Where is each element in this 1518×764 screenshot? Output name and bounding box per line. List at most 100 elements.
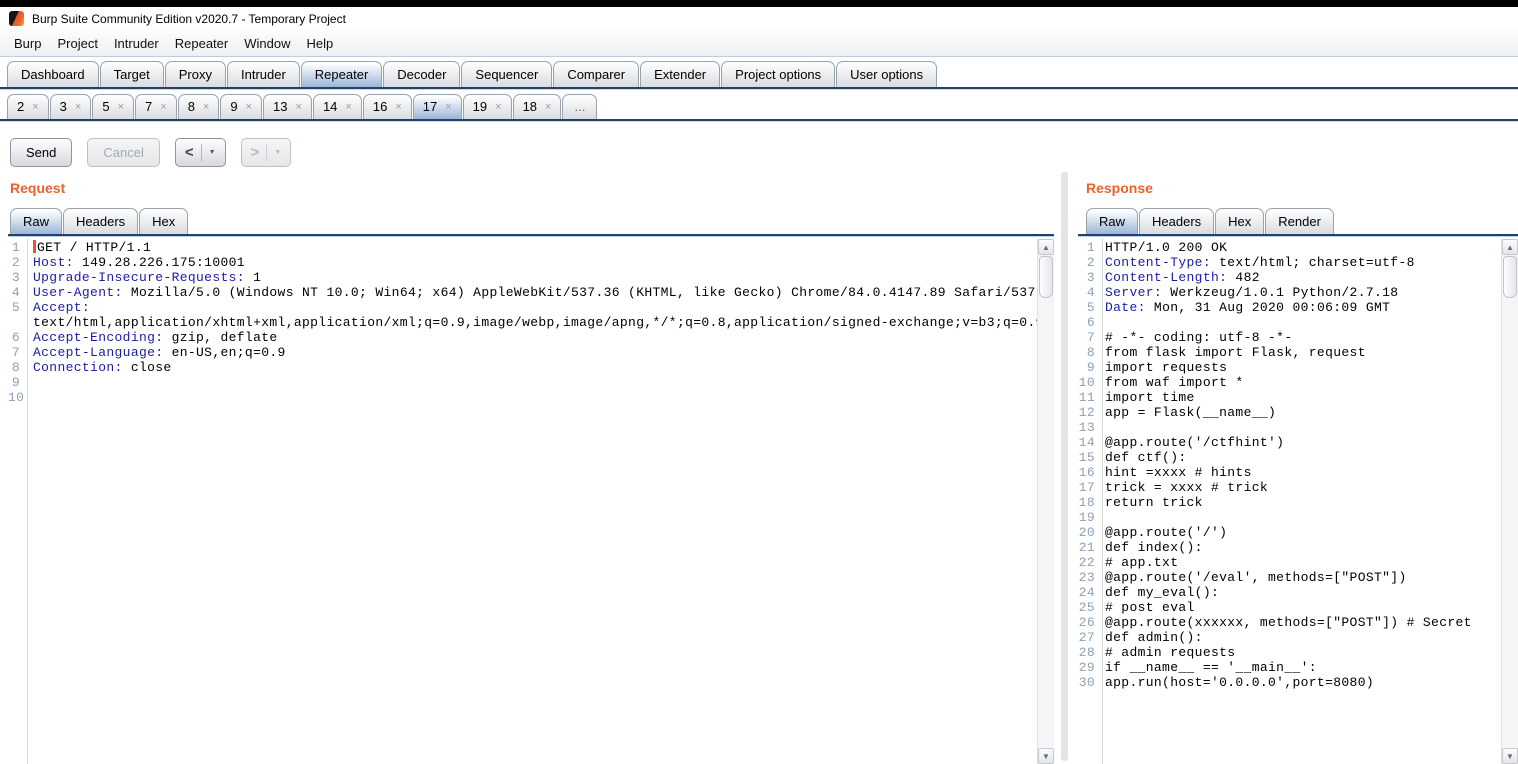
code-line: 7 # -*- coding: utf-8 -*-: [1078, 330, 1518, 345]
code-line: 5 Date: Mon, 31 Aug 2020 00:06:09 GMT: [1078, 300, 1518, 315]
main-tab-project-options[interactable]: Project options: [721, 61, 836, 87]
repeater-tab-2[interactable]: 2 ×: [7, 94, 49, 119]
chevron-down-icon: ▼: [208, 149, 216, 156]
next-request-button[interactable]: > ▼: [240, 138, 292, 167]
main-tab-proxy[interactable]: Proxy: [164, 61, 226, 87]
response-scrollbar[interactable]: ▲ ▼: [1501, 239, 1518, 764]
main-tab-comparer[interactable]: Comparer: [553, 61, 640, 87]
repeater-tab-17[interactable]: 17 ×: [412, 94, 462, 119]
scroll-down-icon[interactable]: ▼: [1502, 748, 1518, 764]
code-line: 30 app.run(host='0.0.0.0',port=8080): [1078, 675, 1518, 690]
close-tab-icon[interactable]: ×: [345, 101, 351, 113]
code-text: @app.route('/eval', methods=["POST"]): [1105, 570, 1407, 585]
request-scrollbar[interactable]: ▲ ▼: [1037, 239, 1054, 764]
close-tab-icon[interactable]: ×: [445, 101, 451, 113]
line-number: 21: [1078, 540, 1095, 555]
line-number: 1: [1086, 240, 1095, 255]
code-line: 2 Content-Type: text/html; charset=utf-8: [1078, 255, 1518, 270]
main-tab-intruder[interactable]: Intruder: [226, 61, 300, 87]
repeater-tab-3[interactable]: 3 ×: [49, 94, 92, 119]
line-number: 3: [1086, 270, 1095, 285]
scrollbar-thumb[interactable]: [1039, 256, 1053, 298]
code-text: GET / HTTP/1.1: [24, 240, 151, 255]
repeater-tab-13[interactable]: 13 ×: [263, 94, 312, 119]
repeater-tab-label: 18: [522, 99, 538, 114]
close-tab-icon[interactable]: ×: [32, 101, 38, 113]
code-text: def index():: [1105, 540, 1203, 555]
scrollbar-thumb[interactable]: [1503, 256, 1517, 298]
scroll-down-icon[interactable]: ▼: [1038, 748, 1054, 764]
menu-repeater[interactable]: Repeater: [167, 32, 236, 55]
line-number: 13: [1078, 420, 1095, 435]
line-number: 5: [11, 300, 20, 315]
close-tab-icon[interactable]: ×: [75, 101, 81, 113]
response-panel: Response Raw Headers Hex Render ▲ ▼ 1 HTTP/1…: [1078, 170, 1518, 764]
repeater-tab-18[interactable]: 18 ×: [512, 94, 562, 119]
response-subtab-headers[interactable]: Headers: [1139, 208, 1215, 234]
code-line: 7 Accept-Language: en-US,en;q=0.9: [8, 345, 1054, 360]
line-number: 29: [1078, 660, 1095, 675]
code-text: app.run(host='0.0.0.0',port=8080): [1105, 675, 1374, 690]
line-number: 10: [1078, 375, 1095, 390]
code-line: 2 Host: 149.28.226.175:10001: [8, 255, 1054, 270]
repeater-tab-5[interactable]: 5 ×: [92, 94, 135, 119]
close-tab-icon[interactable]: ×: [246, 101, 252, 113]
repeater-tab-16[interactable]: 16 ×: [362, 94, 412, 119]
repeater-tab-label: 5: [102, 99, 110, 114]
close-tab-icon[interactable]: ×: [395, 101, 401, 113]
menu-window[interactable]: Window: [236, 32, 298, 55]
code-line: 11 import time: [1078, 390, 1518, 405]
repeater-tab-8[interactable]: 8 ×: [177, 94, 220, 119]
send-button[interactable]: Send: [10, 138, 73, 167]
close-tab-icon[interactable]: ×: [118, 101, 124, 113]
request-subtab-raw[interactable]: Raw: [10, 208, 63, 234]
menu-intruder[interactable]: Intruder: [106, 32, 167, 55]
close-tab-icon[interactable]: ×: [495, 101, 501, 113]
main-tab-dashboard[interactable]: Dashboard: [7, 61, 99, 87]
line-number: 27: [1078, 630, 1095, 645]
code-text: Server: Werkzeug/1.0.1 Python/2.7.18: [1105, 285, 1399, 300]
code-line: 3 Content-Length: 482: [1078, 270, 1518, 285]
response-subtabs: Raw Headers Hex Render: [1086, 206, 1335, 234]
repeater-tab-7[interactable]: 7 ×: [135, 94, 177, 119]
response-subtab-hex[interactable]: Hex: [1215, 208, 1265, 234]
close-tab-icon[interactable]: ×: [296, 101, 302, 113]
code-text: text/html,application/xhtml+xml,applicat…: [33, 315, 1044, 330]
repeater-tab-19[interactable]: 19 ×: [462, 94, 512, 119]
code-text: from flask import Flask, request: [1105, 345, 1366, 360]
response-editor[interactable]: ▲ ▼ 1 HTTP/1.0 200 OK 2 Content-Type: text/…: [1078, 234, 1518, 764]
code-line: 29 if __name__ == '__main__':: [1078, 660, 1518, 675]
main-tab-sequencer[interactable]: Sequencer: [461, 61, 553, 87]
cancel-button[interactable]: Cancel: [87, 138, 160, 167]
code-line: 18 return trick: [1078, 495, 1518, 510]
response-subtab-raw[interactable]: Raw: [1086, 208, 1139, 234]
main-tab-extender[interactable]: Extender: [640, 61, 721, 87]
main-tab-target[interactable]: Target: [99, 61, 164, 87]
panel-splitter[interactable]: [1061, 172, 1068, 761]
close-tab-icon[interactable]: ×: [203, 101, 209, 113]
main-tab-decoder[interactable]: Decoder: [383, 61, 461, 87]
line-number: 7: [11, 345, 20, 360]
menu-project[interactable]: Project: [49, 32, 105, 55]
tabstrip-highlight-line: [0, 89, 1518, 90]
menu-burp[interactable]: Burp: [6, 32, 49, 55]
gutter-divider: [1102, 239, 1103, 764]
code-text: HTTP/1.0 200 OK: [1105, 240, 1228, 255]
scroll-up-icon[interactable]: ▲: [1038, 239, 1054, 255]
line-number: 23: [1078, 570, 1095, 585]
repeater-tab-label: 14: [322, 99, 338, 114]
repeater-tab-overflow[interactable]: ...: [562, 94, 598, 119]
request-subtab-headers[interactable]: Headers: [63, 208, 139, 234]
repeater-tab-9[interactable]: 9 ×: [220, 94, 263, 119]
menu-help[interactable]: Help: [298, 32, 341, 55]
close-tab-icon[interactable]: ×: [160, 101, 166, 113]
request-editor[interactable]: ▲ ▼ 1 GET / HTTP/1.1 2 Host: 149.28.226.175…: [8, 234, 1054, 764]
repeater-tab-14[interactable]: 14 ×: [312, 94, 362, 119]
response-subtab-render[interactable]: Render: [1265, 208, 1334, 234]
previous-request-button[interactable]: < ▼: [174, 138, 226, 167]
main-tab-repeater[interactable]: Repeater: [300, 61, 383, 87]
close-tab-icon[interactable]: ×: [545, 101, 551, 113]
main-tab-user-options[interactable]: User options: [836, 61, 938, 87]
request-subtab-hex[interactable]: Hex: [139, 208, 189, 234]
scroll-up-icon[interactable]: ▲: [1502, 239, 1518, 255]
